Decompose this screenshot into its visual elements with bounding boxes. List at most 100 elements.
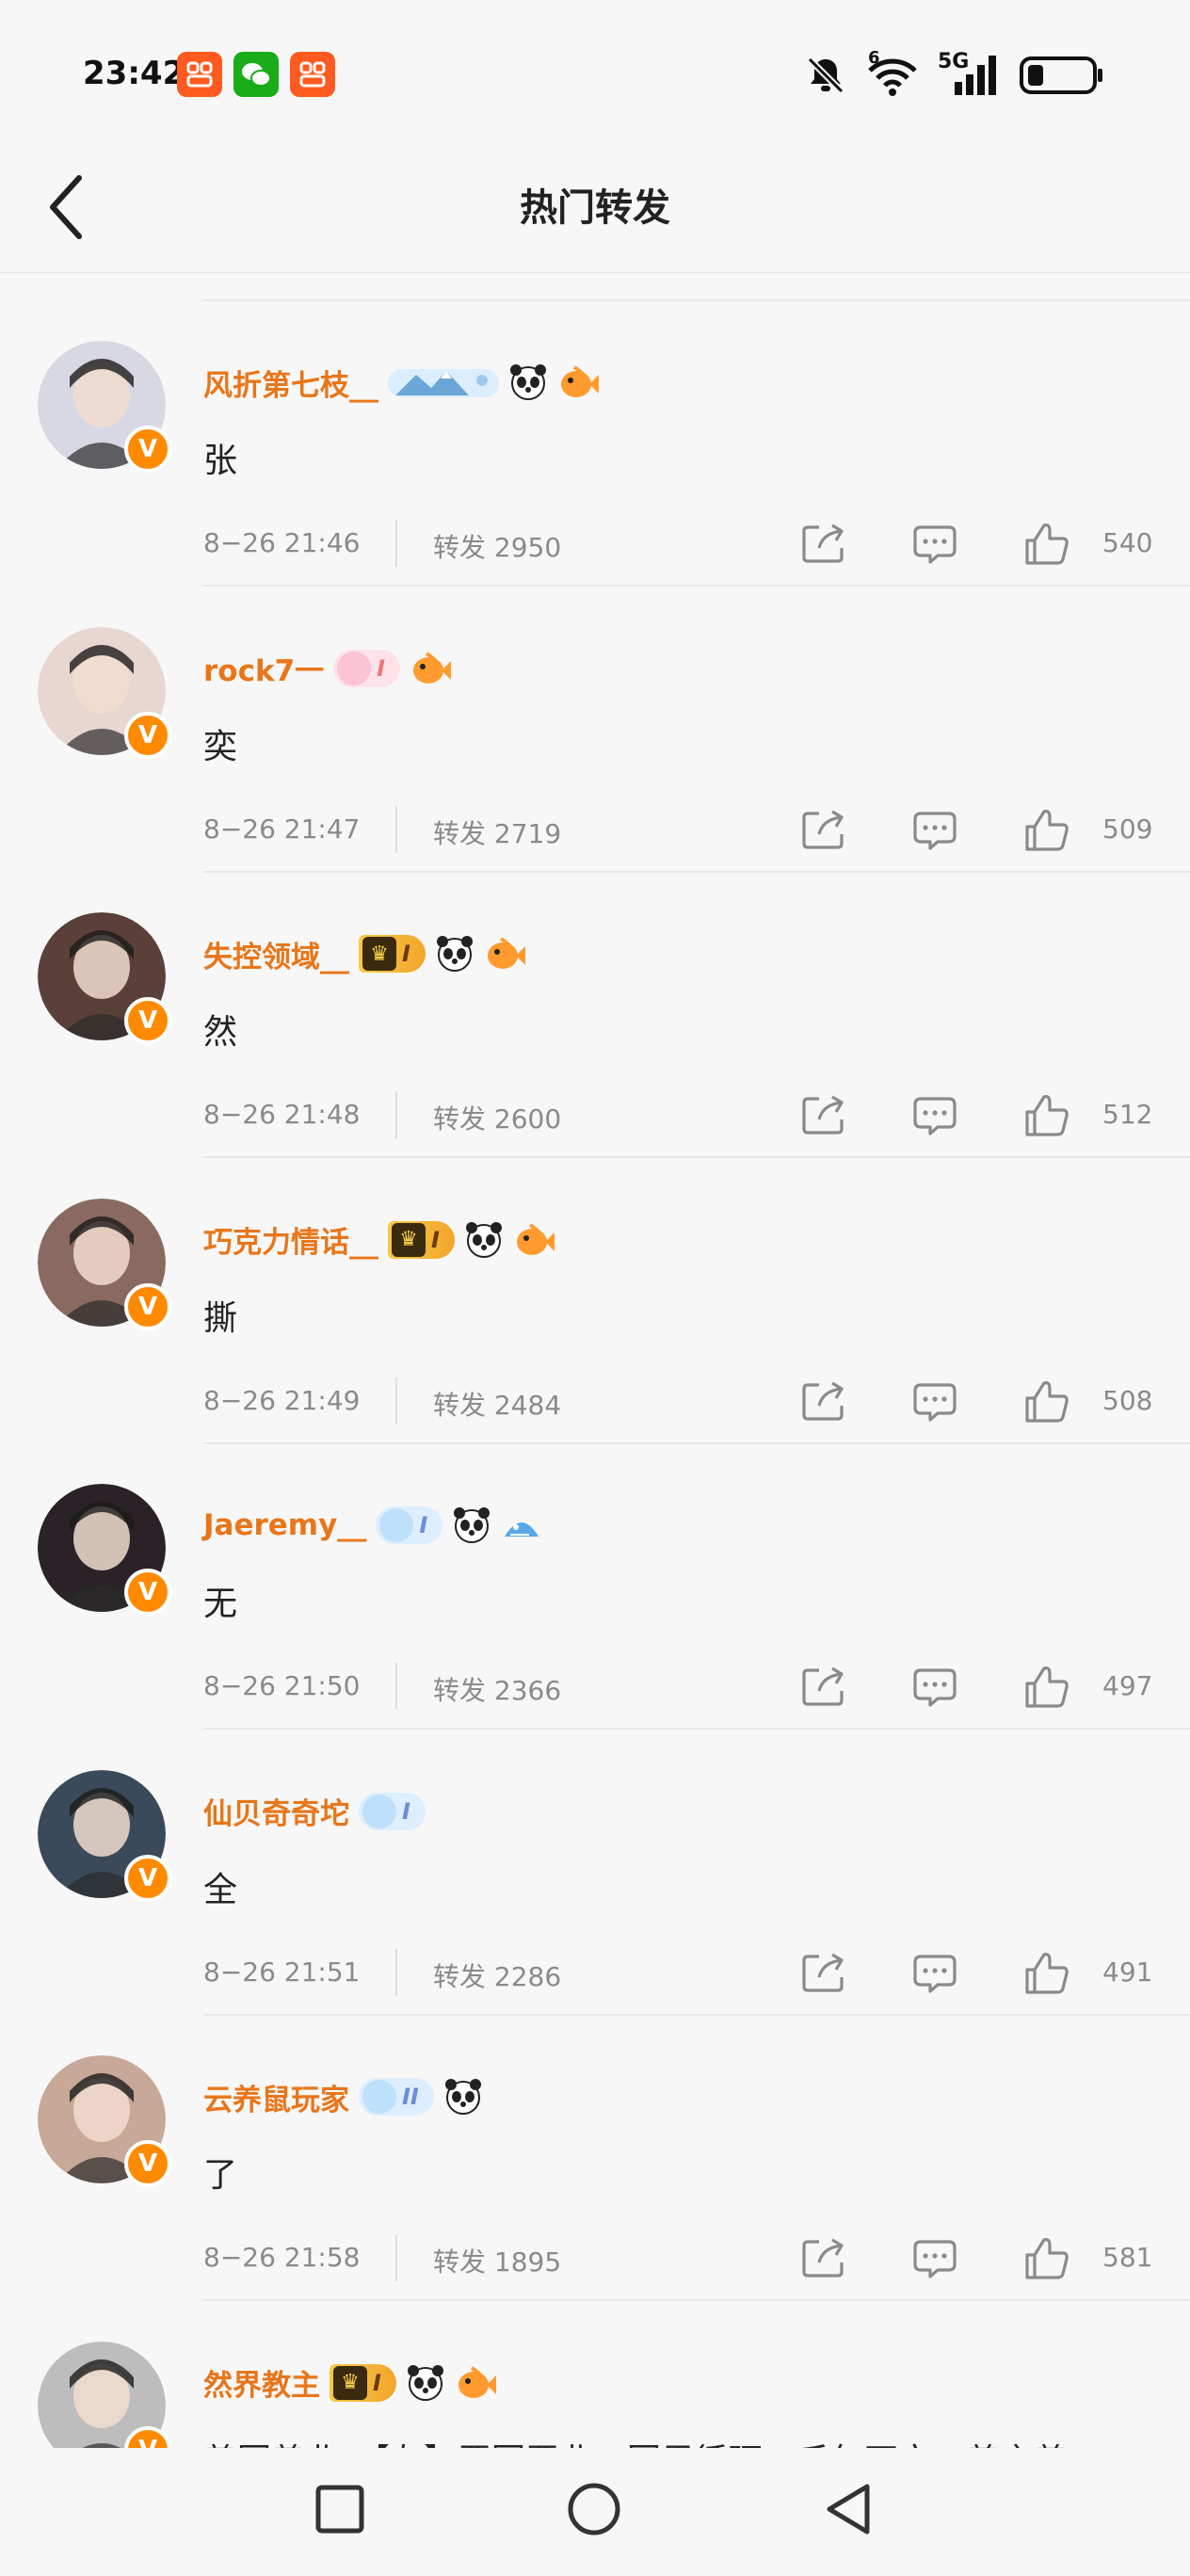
repost-item[interactable]: V 风折第七枝__ 张 8−26 21:46 转发 2950 540	[0, 301, 1190, 587]
item-username[interactable]: 仙贝奇奇坨	[203, 1790, 349, 1832]
cloud-icon	[362, 2080, 396, 2114]
repost-item[interactable]: V Jaeremy__ I 无 8−26 21:50 转发 2366 497	[0, 1444, 1190, 1730]
item-name-row: 然界教主 ♛ I	[203, 2359, 496, 2407]
thumbs-up-icon[interactable]	[1023, 2236, 1070, 2279]
badge-level-text: I	[402, 1797, 410, 1825]
share-icon[interactable]	[800, 1093, 847, 1136]
back-nav-button[interactable]	[815, 2476, 881, 2542]
item-name-row: 失控领域__ ♛ I	[203, 929, 525, 978]
item-like-count[interactable]: 512	[1102, 1099, 1152, 1130]
comment-icon[interactable]	[911, 1379, 958, 1423]
divider	[395, 1377, 397, 1425]
repost-item[interactable]: V 失控领域__ ♛ I 然 8−26 21:48 转发 2600 512	[0, 873, 1190, 1158]
item-comment: 张	[203, 442, 238, 480]
system-nav-bar	[0, 2448, 1190, 2576]
app-notification-icon	[290, 52, 335, 97]
mountain-badge-icon	[388, 369, 499, 397]
share-icon[interactable]	[800, 1665, 847, 1708]
verified-v-icon: V	[124, 997, 171, 1044]
thumbs-up-icon[interactable]	[1023, 1951, 1070, 1994]
item-repost-count: 转发 2600	[433, 1103, 562, 1135]
comment-icon[interactable]	[911, 1951, 958, 1994]
repost-item[interactable]: V 然界教主 ♛I 善因善业、【左】恶因恶业、因果循环、千年不空。善言善	[0, 2302, 1190, 2448]
item-meta-row: 8−26 21:51 转发 2286 491	[203, 1948, 1164, 1996]
comment-icon[interactable]	[911, 808, 958, 851]
thumbs-up-icon[interactable]	[1023, 1379, 1070, 1423]
thumbs-up-icon[interactable]	[1023, 1665, 1070, 1708]
vip-level-badge: ♛ I	[388, 1220, 455, 1259]
verified-v-icon: V	[124, 1569, 171, 1616]
item-username[interactable]: rock7一	[203, 647, 324, 689]
thumbs-up-icon[interactable]	[1023, 808, 1070, 851]
app-notification-icon	[177, 52, 222, 97]
page-header: 热门转发	[0, 141, 1190, 273]
item-meta-row: 8−26 21:46 转发 2950 540	[203, 520, 1164, 567]
thumbs-up-icon[interactable]	[1023, 522, 1070, 565]
item-date: 8−26 21:47	[203, 813, 361, 845]
battery-icon	[1020, 56, 1102, 94]
item-like-count[interactable]: 491	[1102, 1956, 1152, 1988]
comment-icon[interactable]	[911, 522, 958, 565]
avatar[interactable]: V	[38, 1484, 171, 1616]
item-comment: 然	[203, 1013, 238, 1052]
share-icon[interactable]	[800, 1951, 847, 1994]
share-icon[interactable]	[800, 522, 847, 565]
cloud-icon	[362, 1794, 396, 1828]
divider	[395, 1663, 397, 1710]
repost-list[interactable]: V 风折第七枝__ 张 8−26 21:46 转发 2950 540 V roc…	[0, 273, 1190, 2448]
home-button[interactable]	[561, 2476, 627, 2542]
item-username[interactable]: 失控领域__	[203, 933, 349, 975]
comment-icon[interactable]	[911, 1093, 958, 1136]
wifi-icon: 6	[866, 48, 919, 97]
item-name-row: Jaeremy__ I	[203, 1501, 542, 1550]
share-icon[interactable]	[800, 1379, 847, 1423]
item-meta-row: 8−26 21:58 转发 1895 581	[203, 2234, 1164, 2281]
repost-item[interactable]: V 云养鼠玩家 II 了 8−26 21:58 转发 1895 581	[0, 2016, 1190, 2301]
item-like-count[interactable]: 509	[1102, 813, 1152, 845]
avatar[interactable]: V	[38, 912, 171, 1044]
item-like-count[interactable]: 540	[1102, 527, 1152, 558]
avatar[interactable]: V	[38, 1769, 171, 1902]
badge-level-text: I	[431, 1226, 440, 1253]
avatar[interactable]: V	[38, 1198, 171, 1330]
badge-level-text: I	[419, 1512, 428, 1538]
panda-icon	[510, 364, 546, 400]
avatar[interactable]: V	[38, 626, 171, 759]
item-repost-count: 转发 2366	[433, 1675, 562, 1706]
item-date: 8−26 21:50	[203, 1670, 361, 1701]
item-username[interactable]: 然界教主	[203, 2361, 320, 2404]
panda-icon	[444, 2079, 481, 2115]
avatar[interactable]: V	[38, 341, 171, 473]
item-name-row: 巧克力情话__ ♛ I	[203, 1216, 555, 1264]
panda-icon	[465, 1221, 502, 1258]
item-like-count[interactable]: 508	[1102, 1385, 1152, 1416]
status-icons: 6 5G	[804, 48, 1105, 102]
fish-icon	[561, 365, 599, 397]
fish-icon	[413, 651, 452, 684]
item-comment: 撕	[203, 1298, 238, 1338]
vip-level-badge: ♛ I	[330, 2363, 396, 2402]
recent-apps-button[interactable]	[307, 2476, 373, 2542]
item-username[interactable]: 巧克力情话__	[203, 1218, 378, 1261]
item-username[interactable]: 风折第七枝__	[203, 362, 378, 404]
share-icon[interactable]	[800, 808, 847, 851]
repost-item[interactable]: V 仙贝奇奇坨 I 全 8−26 21:51 转发 2286 491	[0, 1731, 1190, 2016]
panda-icon	[454, 1507, 490, 1543]
fish-icon	[516, 1222, 555, 1255]
item-repost-count: 转发 2950	[433, 532, 562, 563]
comment-icon[interactable]	[911, 1665, 958, 1708]
share-icon[interactable]	[800, 2236, 847, 2279]
item-username[interactable]: 云养鼠玩家	[203, 2076, 349, 2118]
repost-item[interactable]: V 巧克力情话__ ♛ I 撕 8−26 21:49 转发 2484 508	[0, 1159, 1190, 1444]
item-username[interactable]: Jaeremy__	[203, 1508, 366, 1542]
comment-icon[interactable]	[911, 2236, 958, 2279]
wechat-icon	[233, 52, 279, 97]
thumbs-up-icon[interactable]	[1023, 1093, 1070, 1136]
crown-icon: ♛	[333, 2365, 367, 2400]
status-bar: 23:42 6 5G	[0, 0, 1190, 141]
item-like-count[interactable]: 581	[1102, 2242, 1152, 2273]
avatar[interactable]: V	[38, 2055, 171, 2187]
repost-item[interactable]: V rock7一 I 奕 8−26 21:47 转发 2719 509	[0, 588, 1190, 873]
item-like-count[interactable]: 497	[1102, 1670, 1152, 1701]
avatar[interactable]: V	[38, 2341, 171, 2448]
